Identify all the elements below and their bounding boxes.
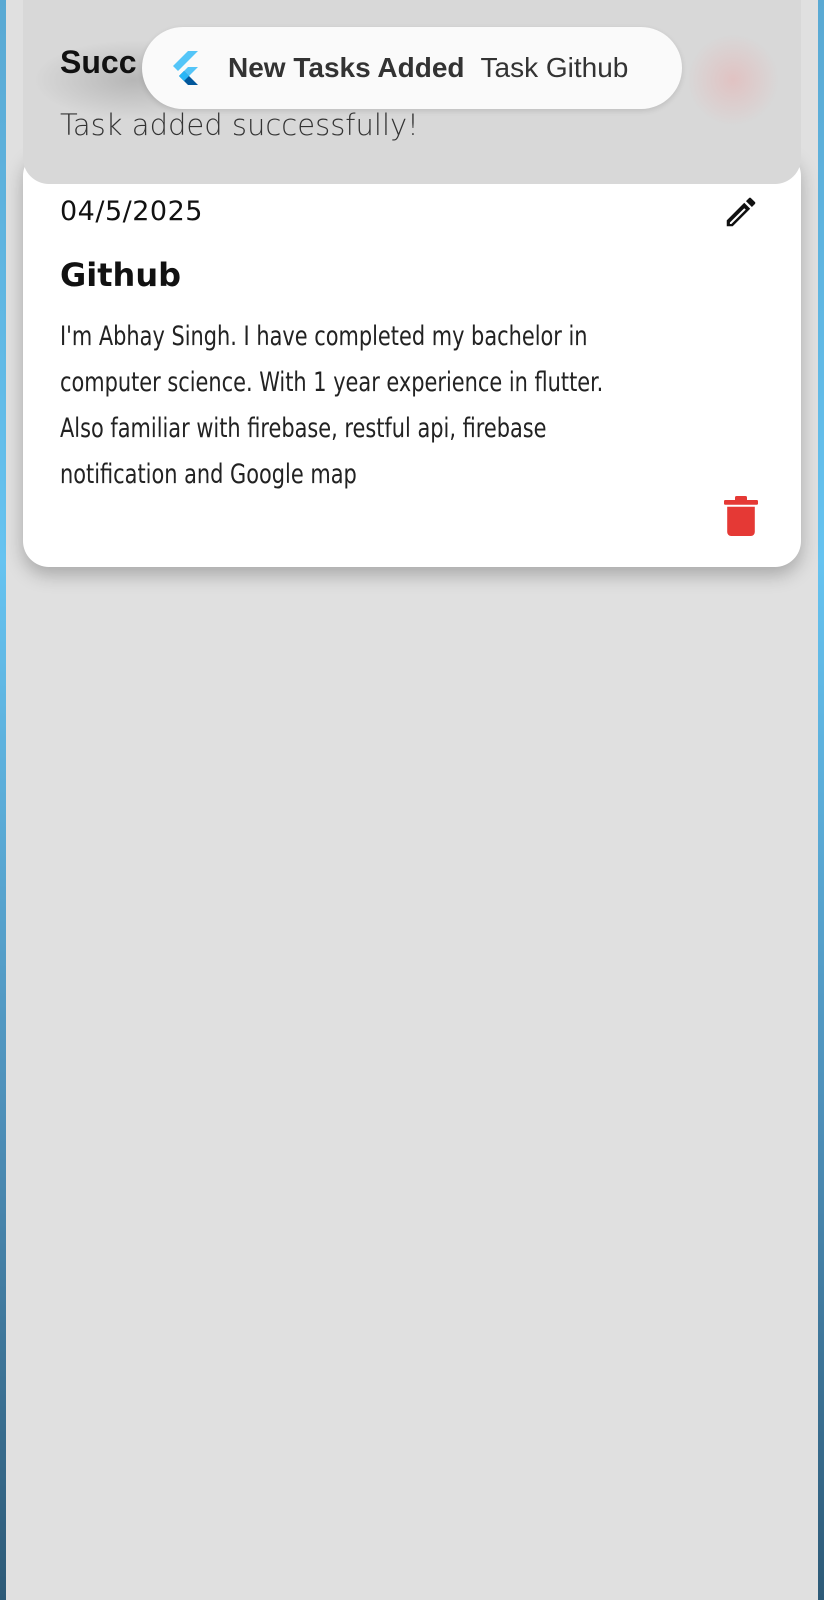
snackbar-title: Succ <box>60 44 137 80</box>
task-description-line: Also familiar with firebase, restful api… <box>60 413 547 444</box>
edit-task-button[interactable] <box>719 192 763 236</box>
device-edge-left <box>0 0 6 1600</box>
snackbar-message: Task added successfully! <box>60 108 419 142</box>
flutter-logo-icon <box>168 48 202 88</box>
trash-icon <box>724 495 758 541</box>
delete-task-button[interactable] <box>719 494 763 542</box>
task-title: Github <box>60 256 181 294</box>
task-description-line: notification and Google map <box>60 459 357 490</box>
device-edge-right <box>818 0 824 1600</box>
task-date: 04/5/2025 <box>60 196 203 227</box>
notification-title: New Tasks Added <box>228 52 465 83</box>
task-description-line: computer science. With 1 year experience… <box>60 367 604 398</box>
notification-body: Task Github <box>480 52 629 83</box>
push-notification[interactable]: New Tasks Added Task Github <box>142 27 682 109</box>
task-description: I'm Abhay Singh. I have completed my bac… <box>60 314 748 498</box>
task-description-line: I'm Abhay Singh. I have completed my bac… <box>60 321 588 352</box>
pencil-icon <box>722 193 760 236</box>
task-card[interactable]: 04/5/2025 Github I'm Abhay Singh. I have… <box>23 150 801 567</box>
